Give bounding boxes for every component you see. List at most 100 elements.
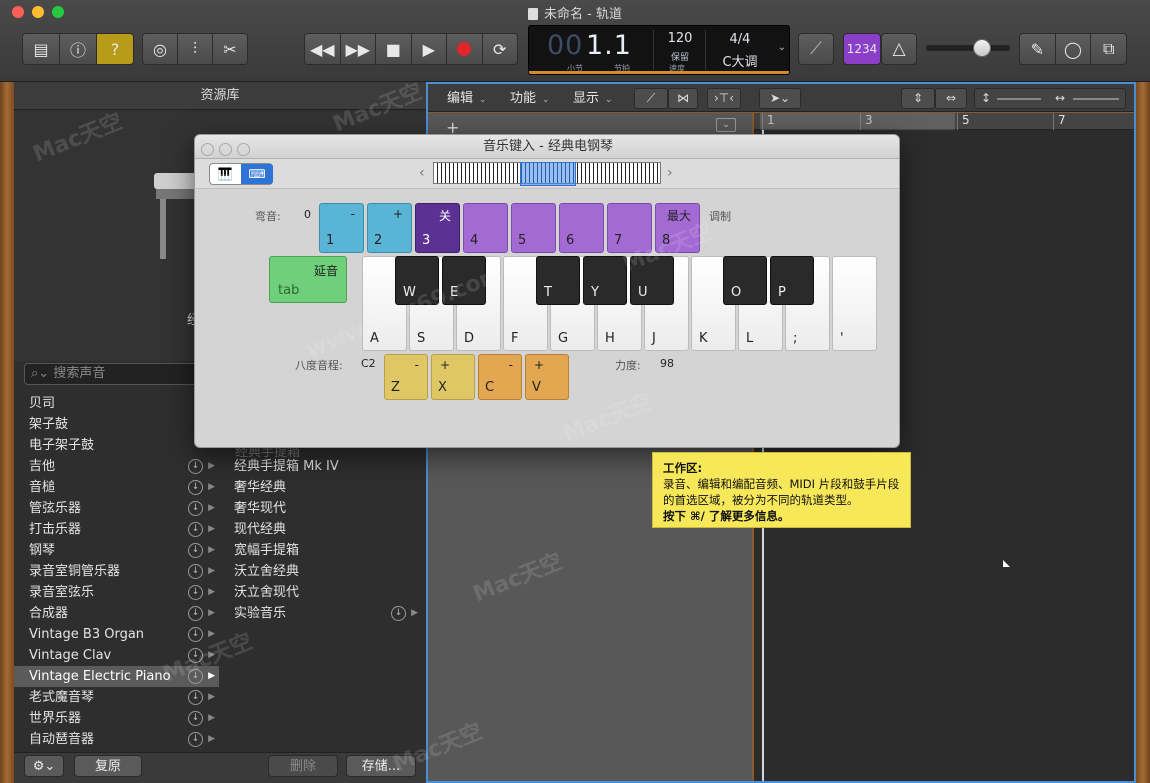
download-icon[interactable]: ↓ bbox=[188, 627, 203, 642]
master-volume-slider[interactable] bbox=[926, 45, 1010, 51]
pitchbend-key[interactable]: 6 bbox=[559, 203, 604, 253]
download-icon[interactable]: ↓ bbox=[188, 690, 203, 705]
library-category-item[interactable]: 贝司 bbox=[14, 393, 219, 414]
library-category-item[interactable]: 吉他 ↓ ▶ bbox=[14, 456, 219, 477]
pitchbend-key[interactable]: 5 bbox=[511, 203, 556, 253]
download-icon[interactable]: ↓ bbox=[188, 480, 203, 495]
sustain-key[interactable]: 延音 tab bbox=[269, 256, 347, 303]
mixer-button[interactable]: ⫶ bbox=[178, 34, 213, 64]
library-category-item[interactable]: 打击乐器 ↓ ▶ bbox=[14, 519, 219, 540]
view-menu[interactable]: 显示 ⌄ bbox=[573, 88, 613, 109]
smart-controls-button[interactable]: ◎ bbox=[143, 34, 178, 64]
metronome-button[interactable]: △ bbox=[881, 33, 917, 65]
record-button[interactable] bbox=[447, 34, 483, 64]
rewind-button[interactable]: ◀◀ bbox=[305, 34, 341, 64]
typing-keyboard-icon[interactable]: ⌨ bbox=[241, 164, 273, 184]
library-category-item[interactable]: 自动琶音器 ↓ ▶ bbox=[14, 729, 219, 750]
velocity-key[interactable]: -C bbox=[478, 354, 522, 400]
black-key[interactable]: P bbox=[770, 256, 814, 305]
library-category-item[interactable]: 老式魔音琴 ↓ ▶ bbox=[14, 687, 219, 708]
forward-button[interactable]: ▶▶ bbox=[340, 34, 376, 64]
library-patch-item[interactable]: 沃立舍现代 bbox=[222, 582, 422, 603]
library-patch-item[interactable]: 奢华经典 bbox=[222, 477, 422, 498]
vertical-zoom-slider[interactable] bbox=[997, 98, 1041, 100]
edit-menu[interactable]: 编辑 ⌄ bbox=[447, 88, 487, 109]
download-icon[interactable]: ↓ bbox=[188, 606, 203, 621]
library-category-item[interactable]: 音槌 ↓ ▶ bbox=[14, 477, 219, 498]
catch-button[interactable]: ›⊤‹ bbox=[707, 88, 741, 109]
library-patch-item[interactable]: 奢华现代 bbox=[222, 498, 422, 519]
black-key[interactable]: O bbox=[723, 256, 767, 305]
download-icon[interactable]: ↓ bbox=[188, 585, 203, 600]
library-category-item[interactable]: 管弦乐器 ↓ ▶ bbox=[14, 498, 219, 519]
notepad-button[interactable]: ✎ bbox=[1020, 34, 1056, 64]
download-icon[interactable]: ↓ bbox=[391, 606, 406, 621]
library-action-menu[interactable]: ⚙⌄ bbox=[24, 755, 64, 777]
white-key[interactable]: ' bbox=[832, 256, 877, 351]
octave-key[interactable]: + X bbox=[431, 354, 475, 400]
mt-close-button[interactable] bbox=[201, 143, 214, 156]
library-patch-item[interactable]: 宽幅手提箱 bbox=[222, 540, 422, 561]
download-icon[interactable]: ↓ bbox=[188, 501, 203, 516]
download-icon[interactable]: ↓ bbox=[188, 543, 203, 558]
lcd-chevron-down-icon[interactable]: ⌄ bbox=[775, 42, 789, 53]
octave-key[interactable]: -Z bbox=[384, 354, 428, 400]
keyboard-range-selection[interactable] bbox=[520, 162, 576, 186]
download-icon[interactable]: ↓ bbox=[188, 564, 203, 579]
library-category-item[interactable]: 录音室铜管乐器 ↓ ▶ bbox=[14, 561, 219, 582]
library-button[interactable]: ▤ bbox=[23, 34, 60, 64]
global-tracks-icon[interactable]: ⌄ bbox=[716, 118, 736, 132]
pitchbend-key[interactable]: 关3 bbox=[415, 203, 460, 253]
library-category-item[interactable]: 电子架子鼓 bbox=[14, 435, 219, 456]
library-category-item[interactable]: 合成器 ↓ ▶ bbox=[14, 603, 219, 624]
chevron-right-icon[interactable]: › bbox=[667, 165, 673, 181]
play-button[interactable]: ▶ bbox=[411, 34, 447, 64]
library-search-input[interactable]: ⌕⌄ 搜索声音 bbox=[24, 363, 204, 385]
cycle-region[interactable] bbox=[760, 113, 955, 130]
chevron-left-icon[interactable]: ‹ bbox=[419, 165, 425, 181]
library-category-item[interactable]: 录音室弦乐 ↓ ▶ bbox=[14, 582, 219, 603]
fit-horizontal-button[interactable]: ⇔ bbox=[935, 88, 967, 109]
delete-button[interactable]: 删除 bbox=[268, 755, 338, 777]
horizontal-zoom-slider[interactable] bbox=[1073, 98, 1119, 100]
library-patch-item[interactable]: 现代经典 bbox=[222, 519, 422, 540]
revert-button[interactable]: 复原 bbox=[74, 755, 142, 777]
download-icon[interactable]: ↓ bbox=[188, 522, 203, 537]
library-category-item[interactable]: Vintage B3 Organ ↓ ▶ bbox=[14, 624, 219, 645]
quick-help-button[interactable]: ? bbox=[97, 34, 133, 64]
library-patch-item[interactable]: 实验音乐 ↓ ▶ bbox=[222, 603, 422, 624]
pitchbend-key[interactable]: +2 bbox=[367, 203, 412, 253]
keycap-label: 1 bbox=[326, 233, 335, 248]
black-key[interactable]: Y bbox=[583, 256, 627, 305]
lcd-display[interactable]: 00 1.1 小节 节拍 120 保留 速度 4/4 C大调 ⌄ bbox=[528, 25, 790, 75]
tuner-button[interactable]: ⟋ bbox=[798, 33, 834, 65]
library-category-item[interactable]: 世界乐器 ↓ ▶ bbox=[14, 708, 219, 729]
cycle-button[interactable]: ⟳ bbox=[482, 34, 517, 64]
editors-button[interactable]: ✂ bbox=[213, 34, 247, 64]
download-icon[interactable]: ↓ bbox=[188, 459, 203, 474]
velocity-key[interactable]: + V bbox=[525, 354, 569, 400]
piano-keyboard-icon[interactable]: 🎹 bbox=[210, 164, 240, 184]
pitchbend-key[interactable]: 4 bbox=[463, 203, 508, 253]
library-category-item[interactable]: 架子鼓 bbox=[14, 414, 219, 435]
fit-vertical-button[interactable]: ⇕ bbox=[901, 88, 935, 109]
library-patch-item[interactable]: 沃立舍经典 bbox=[222, 561, 422, 582]
download-icon[interactable]: ↓ bbox=[188, 711, 203, 726]
automation-button[interactable]: ⟋ bbox=[634, 88, 668, 109]
master-volume-knob[interactable] bbox=[973, 39, 991, 57]
library-category-item[interactable]: 钢琴 ↓ ▶ bbox=[14, 540, 219, 561]
pitchbend-key[interactable]: -1 bbox=[319, 203, 364, 253]
stop-button[interactable]: ■ bbox=[376, 34, 412, 64]
media-browser-button[interactable]: ⧉ bbox=[1091, 34, 1126, 64]
pointer-tool-menu[interactable]: ➤⌄ bbox=[759, 88, 801, 109]
functions-menu[interactable]: 功能 ⌄ bbox=[510, 88, 550, 109]
mt-minimize-button[interactable] bbox=[219, 143, 233, 156]
count-in-button[interactable]: 1234 bbox=[843, 33, 881, 65]
loop-browser-button[interactable]: ◯ bbox=[1055, 34, 1092, 64]
black-key[interactable]: T bbox=[536, 256, 580, 305]
inspector-button[interactable]: ⓘ bbox=[60, 34, 97, 64]
keyboard-range-overview[interactable] bbox=[433, 162, 661, 186]
download-icon[interactable]: ↓ bbox=[188, 732, 203, 747]
flex-button[interactable]: ⋈ bbox=[668, 88, 698, 109]
mt-zoom-button[interactable] bbox=[237, 143, 251, 156]
